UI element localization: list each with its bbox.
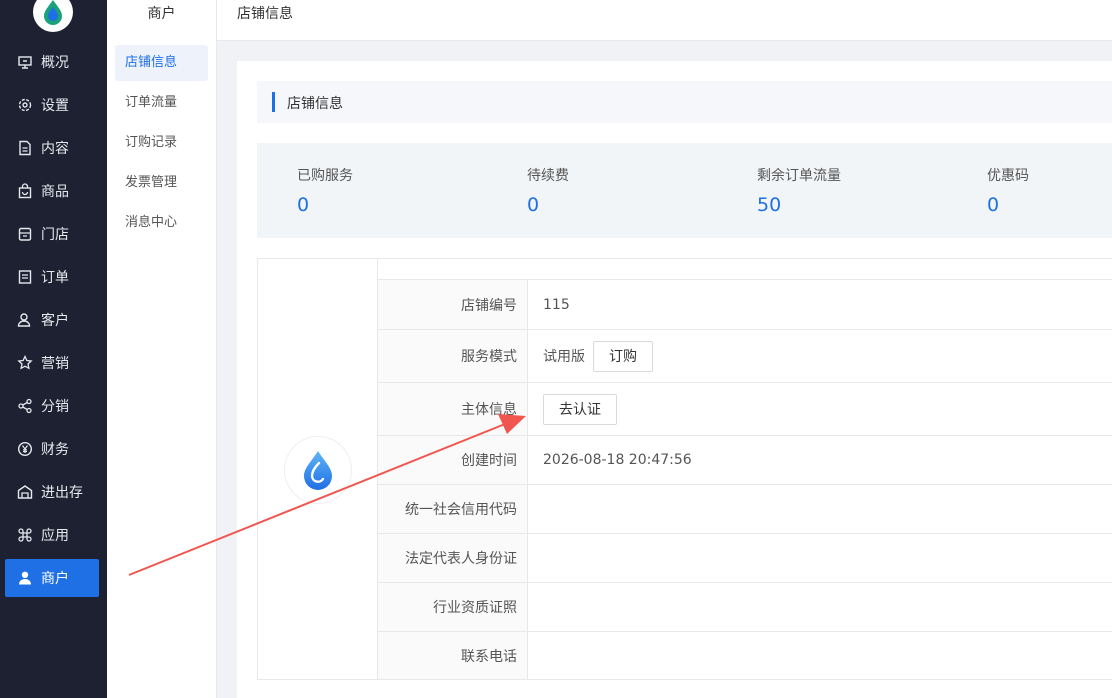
sub-item-store-info[interactable]: 店铺信息 [115, 45, 208, 81]
store-logo[interactable] [284, 436, 352, 504]
service-mode-cell: 试用版 订购 [543, 330, 653, 382]
nav-item-label: 进出存 [41, 485, 83, 501]
row-label: 统一社会信用代码 [378, 485, 528, 533]
subject-info-cell: 去认证 [543, 383, 617, 435]
main-sidebar: 概况 设置 内容 商品 门店 订单 客户 营销 分销 财务 进出存 应用 商户 [0, 0, 107, 698]
service-mode-value: 试用版 [543, 349, 585, 365]
row-phone: 联系电话 [378, 631, 1112, 679]
stat-pending-renewal: 待续费 0 [527, 165, 569, 216]
nav-item-distribution[interactable]: 分销 [5, 387, 99, 425]
stat-value[interactable]: 0 [297, 194, 353, 216]
row-label: 店铺编号 [378, 280, 528, 329]
store-logo-cell [258, 259, 378, 679]
row-credit-code: 统一社会信用代码 [378, 484, 1112, 533]
row-label: 主体信息 [378, 383, 528, 435]
row-label: 服务模式 [378, 330, 528, 382]
nav-item-stores[interactable]: 门店 [5, 215, 99, 253]
nav-item-merchant[interactable]: 商户 [5, 559, 99, 597]
section-title: 店铺信息 [287, 96, 343, 112]
subscribe-button[interactable]: 订购 [593, 340, 653, 372]
row-license: 行业资质证照 [378, 582, 1112, 631]
users-icon [17, 313, 31, 327]
nav-item-label: 商品 [41, 184, 69, 200]
section-accent-bar [272, 92, 275, 112]
store-id-value: 115 [543, 296, 570, 313]
nav-item-label: 客户 [41, 313, 69, 329]
store-icon [18, 227, 32, 241]
stat-value[interactable]: 50 [757, 194, 841, 216]
stat-purchased-services: 已购服务 0 [297, 165, 353, 216]
nav-item-label: 订单 [41, 270, 69, 286]
nav-item-apps[interactable]: 应用 [5, 516, 99, 554]
nav-item-products[interactable]: 商品 [5, 172, 99, 210]
stat-value[interactable]: 0 [987, 194, 1029, 216]
share-icon [18, 398, 32, 414]
row-label: 创建时间 [378, 436, 528, 484]
store-info-card: 店铺信息 已购服务 0 待续费 0 剩余订单流量 50 优惠码 0 店铺编号 1… [237, 61, 1112, 698]
row-label: 法定代表人身份证 [378, 534, 528, 582]
stat-label: 待续费 [527, 168, 569, 184]
nav-item-label: 商户 [41, 571, 69, 587]
nav-item-label: 门店 [41, 227, 69, 243]
yen-coin-icon [17, 441, 33, 457]
stat-remaining-traffic: 剩余订单流量 50 [757, 165, 841, 216]
created-time-value: 2026-08-18 20:47:56 [543, 452, 692, 468]
stat-label: 优惠码 [987, 168, 1029, 184]
row-store-id: 店铺编号 115 [378, 279, 1112, 329]
verify-button[interactable]: 去认证 [543, 393, 617, 425]
sub-sidebar: 商户 店铺信息 订单流量 订购记录 发票管理 消息中心 [107, 0, 217, 698]
stats-panel: 已购服务 0 待续费 0 剩余订单流量 50 优惠码 0 [257, 143, 1112, 238]
gear-icon [18, 98, 32, 112]
sub-item-invoice-management[interactable]: 发票管理 [115, 165, 208, 201]
nav-item-overview[interactable]: 概况 [5, 43, 99, 81]
nav-item-settings[interactable]: 设置 [5, 86, 99, 124]
row-legal-id: 法定代表人身份证 [378, 533, 1112, 582]
stat-label: 剩余订单流量 [757, 168, 841, 184]
drop-logo-icon [44, 0, 62, 25]
sub-sidebar-title: 商户 [147, 6, 176, 22]
row-label: 行业资质证照 [378, 583, 528, 631]
page-title: 店铺信息 [237, 6, 293, 22]
nav-item-label: 概况 [41, 55, 69, 71]
info-table: 店铺编号 115 服务模式 试用版 订购 主体信息 去认证 创建时间 2026-… [257, 258, 1112, 680]
nav-item-content[interactable]: 内容 [5, 129, 99, 167]
command-icon [18, 528, 32, 542]
shopping-bag-icon [18, 183, 32, 199]
nav-item-label: 应用 [41, 528, 69, 544]
top-header: 店铺信息 [217, 0, 1112, 41]
row-created-time: 创建时间 2026-08-18 20:47:56 [378, 435, 1112, 484]
nav-item-label: 营销 [41, 356, 69, 372]
app-logo[interactable] [33, 0, 73, 32]
water-drop-logo-icon [304, 451, 332, 490]
nav-item-label: 设置 [41, 98, 69, 114]
user-icon [19, 571, 31, 585]
stat-coupon-code: 优惠码 0 [987, 165, 1029, 216]
nav-item-finance[interactable]: 财务 [5, 430, 99, 468]
row-subject-info: 主体信息 去认证 [378, 382, 1112, 435]
nav-item-label: 分销 [41, 399, 69, 415]
nav-item-inventory[interactable]: 进出存 [5, 473, 99, 511]
document-icon [19, 140, 31, 156]
order-list-icon [18, 270, 32, 284]
sub-item-order-traffic[interactable]: 订单流量 [115, 85, 208, 121]
row-label: 联系电话 [378, 632, 528, 679]
nav-item-marketing[interactable]: 营销 [5, 344, 99, 382]
stat-value[interactable]: 0 [527, 194, 569, 216]
sub-item-message-center[interactable]: 消息中心 [115, 205, 208, 241]
presentation-icon [18, 56, 32, 69]
warehouse-icon [17, 485, 33, 499]
nav-item-label: 内容 [41, 141, 69, 157]
row-service-mode: 服务模式 试用版 订购 [378, 329, 1112, 382]
sub-item-purchase-records[interactable]: 订购记录 [115, 125, 208, 161]
section-header: 店铺信息 [257, 81, 1112, 123]
nav-item-orders[interactable]: 订单 [5, 258, 99, 296]
nav-item-label: 财务 [41, 442, 69, 458]
star-icon [17, 355, 33, 370]
nav-item-customers[interactable]: 客户 [5, 301, 99, 339]
stat-label: 已购服务 [297, 168, 353, 184]
